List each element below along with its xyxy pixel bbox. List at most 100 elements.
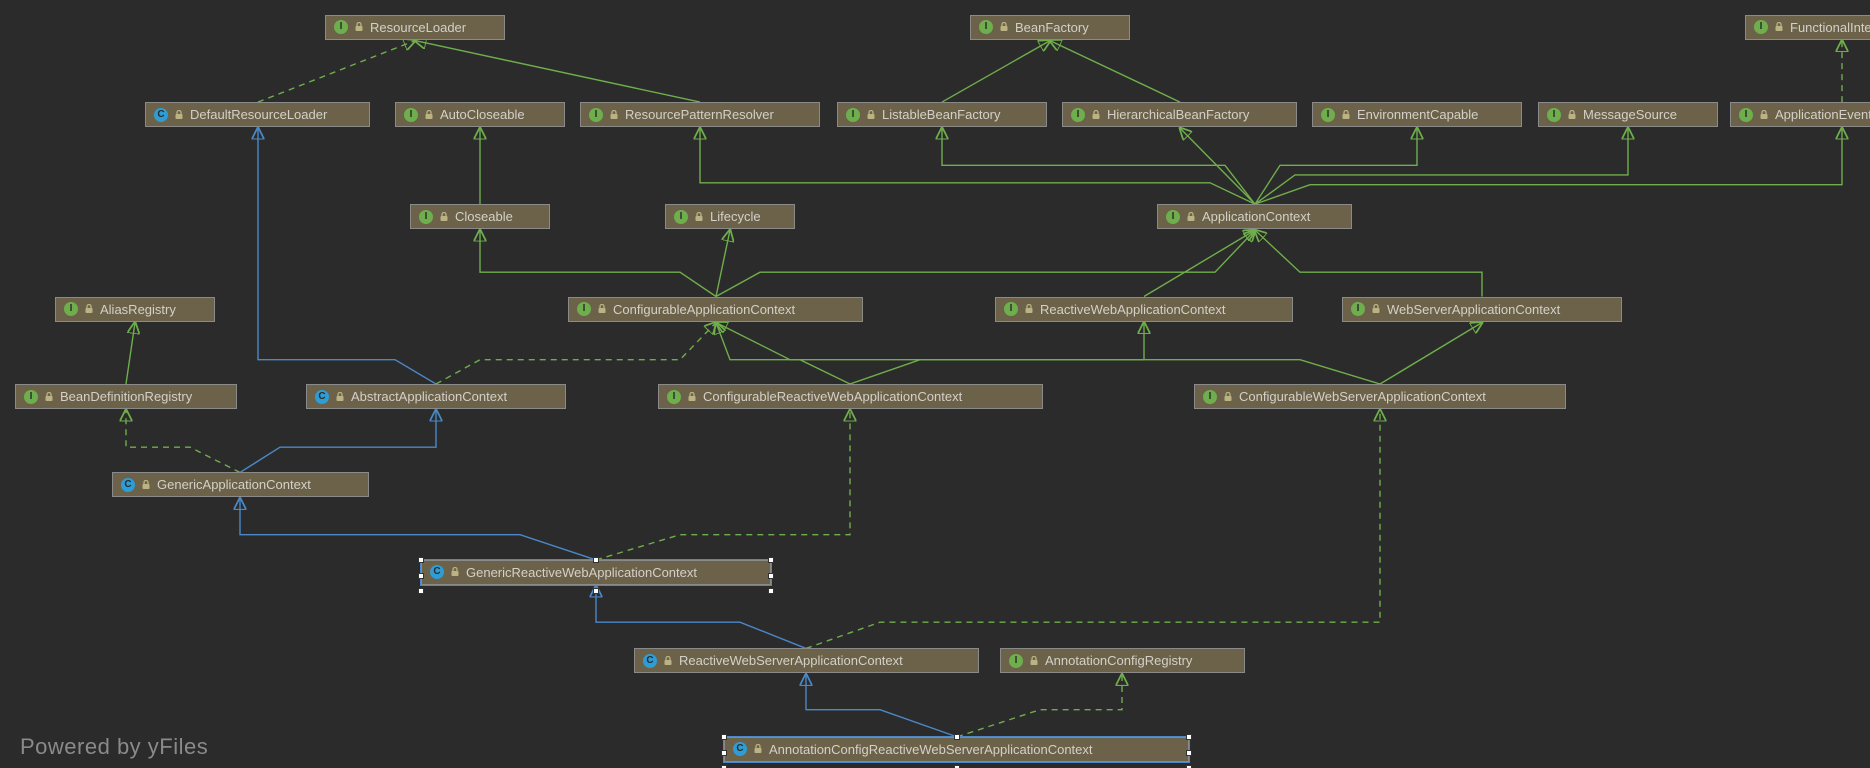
interface-icon: I <box>1351 302 1365 316</box>
resize-handle[interactable] <box>768 557 774 563</box>
node-label: ResourcePatternResolver <box>625 107 774 122</box>
lock-icon <box>1024 304 1034 314</box>
uml-node-ConfigurableApplicationContext[interactable]: I ConfigurableApplicationContext <box>568 297 863 322</box>
lock-icon <box>866 110 876 120</box>
uml-node-ListableBeanFactory[interactable]: I ListableBeanFactory <box>837 102 1047 127</box>
uml-node-EnvironmentCapable[interactable]: I EnvironmentCapable <box>1312 102 1522 127</box>
uml-node-Closeable[interactable]: I Closeable <box>410 204 550 229</box>
uml-node-FunctionalInterface[interactable]: IFunctionalInterface <box>1745 15 1870 40</box>
resize-handle[interactable] <box>418 573 424 579</box>
uml-node-AnnotationConfigRegistry[interactable]: I AnnotationConfigRegistry <box>1000 648 1245 673</box>
diagram-canvas[interactable]: I ResourceLoader I BeanFactory IFunctionalIn… <box>0 0 1870 768</box>
uml-node-ResourcePatternResolver[interactable]: I ResourcePatternResolver <box>580 102 820 127</box>
lock-icon <box>694 212 704 222</box>
uml-node-GenericApplicationContext[interactable]: CGenericApplicationContext <box>112 472 369 497</box>
resize-handle[interactable] <box>768 588 774 594</box>
resize-handle[interactable] <box>418 557 424 563</box>
interface-icon: I <box>1321 108 1335 122</box>
interface-icon: I <box>589 108 603 122</box>
interface-icon: I <box>1004 302 1018 316</box>
node-label: ResourceLoader <box>370 20 466 35</box>
interface-icon: I <box>1547 108 1561 122</box>
uml-node-WebServerApplicationContext[interactable]: I WebServerApplicationContext <box>1342 297 1622 322</box>
node-label: WebServerApplicationContext <box>1387 302 1560 317</box>
uml-node-AutoCloseable[interactable]: IAutoCloseable <box>395 102 565 127</box>
resize-handle[interactable] <box>721 734 727 740</box>
interface-icon: I <box>577 302 591 316</box>
uml-node-AnnotationConfigReactiveWebServerApplicationContext[interactable]: C AnnotationConfigReactiveWebServerApplic… <box>724 737 1189 762</box>
node-label: DefaultResourceLoader <box>190 107 327 122</box>
class-icon: C <box>154 108 168 122</box>
lock-icon <box>1223 392 1233 402</box>
interface-icon: I <box>1754 20 1768 34</box>
resize-handle[interactable] <box>593 588 599 594</box>
node-label: BeanFactory <box>1015 20 1089 35</box>
lock-icon <box>354 22 364 32</box>
lock-icon <box>450 567 460 577</box>
lock-icon <box>1341 110 1351 120</box>
interface-icon: I <box>674 210 688 224</box>
uml-node-Lifecycle[interactable]: I Lifecycle <box>665 204 795 229</box>
lock-icon <box>84 304 94 314</box>
node-label: ConfigurableReactiveWebApplicationContex… <box>703 389 962 404</box>
interface-icon: I <box>419 210 433 224</box>
node-label: ApplicationEventPublishe <box>1775 107 1870 122</box>
node-label: EnvironmentCapable <box>1357 107 1478 122</box>
lock-icon <box>1371 304 1381 314</box>
uml-node-GenericReactiveWebApplicationContext[interactable]: CGenericReactiveWebApplicationContext <box>421 560 771 585</box>
uml-node-AliasRegistry[interactable]: IAliasRegistry <box>55 297 215 322</box>
lock-icon <box>1029 656 1039 666</box>
resize-handle[interactable] <box>1186 734 1192 740</box>
interface-icon: I <box>1071 108 1085 122</box>
node-label: ConfigurableApplicationContext <box>613 302 795 317</box>
uml-node-ConfigurableWebServerApplicationContext[interactable]: I ConfigurableWebServerApplicationContext <box>1194 384 1566 409</box>
interface-icon: I <box>334 20 348 34</box>
node-label: AnnotationConfigRegistry <box>1045 653 1192 668</box>
uml-node-MessageSource[interactable]: IMessageSource <box>1538 102 1718 127</box>
resize-handle[interactable] <box>1186 750 1192 756</box>
node-label: ConfigurableWebServerApplicationContext <box>1239 389 1486 404</box>
uml-node-AbstractApplicationContext[interactable]: CAbstractApplicationContext <box>306 384 566 409</box>
node-label: ListableBeanFactory <box>882 107 1001 122</box>
uml-node-ConfigurableReactiveWebApplicationContext[interactable]: I ConfigurableReactiveWebApplicationConte… <box>658 384 1043 409</box>
interface-icon: I <box>1009 654 1023 668</box>
lock-icon <box>141 480 151 490</box>
node-label: ReactiveWebApplicationContext <box>1040 302 1225 317</box>
lock-icon <box>1759 110 1769 120</box>
lock-icon <box>1774 22 1784 32</box>
uml-node-ReactiveWebApplicationContext[interactable]: I ReactiveWebApplicationContext <box>995 297 1293 322</box>
resize-handle[interactable] <box>418 588 424 594</box>
lock-icon <box>609 110 619 120</box>
lock-icon <box>1567 110 1577 120</box>
lock-icon <box>174 110 184 120</box>
interface-icon: I <box>846 108 860 122</box>
class-icon: C <box>643 654 657 668</box>
lock-icon <box>439 212 449 222</box>
lock-icon <box>687 392 697 402</box>
resize-handle[interactable] <box>954 734 960 740</box>
resize-handle[interactable] <box>593 557 599 563</box>
interface-icon: I <box>1203 390 1217 404</box>
uml-node-DefaultResourceLoader[interactable]: C DefaultResourceLoader <box>145 102 370 127</box>
uml-node-BeanDefinitionRegistry[interactable]: IBeanDefinitionRegistry <box>15 384 237 409</box>
resize-handle[interactable] <box>721 750 727 756</box>
node-label: AliasRegistry <box>100 302 176 317</box>
uml-node-HierarchicalBeanFactory[interactable]: IHierarchicalBeanFactory <box>1062 102 1297 127</box>
node-label: GenericApplicationContext <box>157 477 311 492</box>
class-icon: C <box>733 742 747 756</box>
powered-by-label: Powered by yFiles <box>20 734 208 760</box>
node-label: Lifecycle <box>710 209 761 224</box>
lock-icon <box>663 656 673 666</box>
interface-icon: I <box>404 108 418 122</box>
uml-node-ApplicationEventPublisher[interactable]: IApplicationEventPublishe <box>1730 102 1870 127</box>
uml-node-ApplicationContext[interactable]: IApplicationContext <box>1157 204 1352 229</box>
lock-icon <box>1186 212 1196 222</box>
uml-node-BeanFactory[interactable]: I BeanFactory <box>970 15 1130 40</box>
node-label: AnnotationConfigReactiveWebServerApplica… <box>769 742 1093 757</box>
interface-icon: I <box>667 390 681 404</box>
uml-node-ResourceLoader[interactable]: I ResourceLoader <box>325 15 505 40</box>
uml-node-ReactiveWebServerApplicationContext[interactable]: CReactiveWebServerApplicationContext <box>634 648 979 673</box>
node-label: Closeable <box>455 209 513 224</box>
resize-handle[interactable] <box>768 573 774 579</box>
interface-icon: I <box>979 20 993 34</box>
